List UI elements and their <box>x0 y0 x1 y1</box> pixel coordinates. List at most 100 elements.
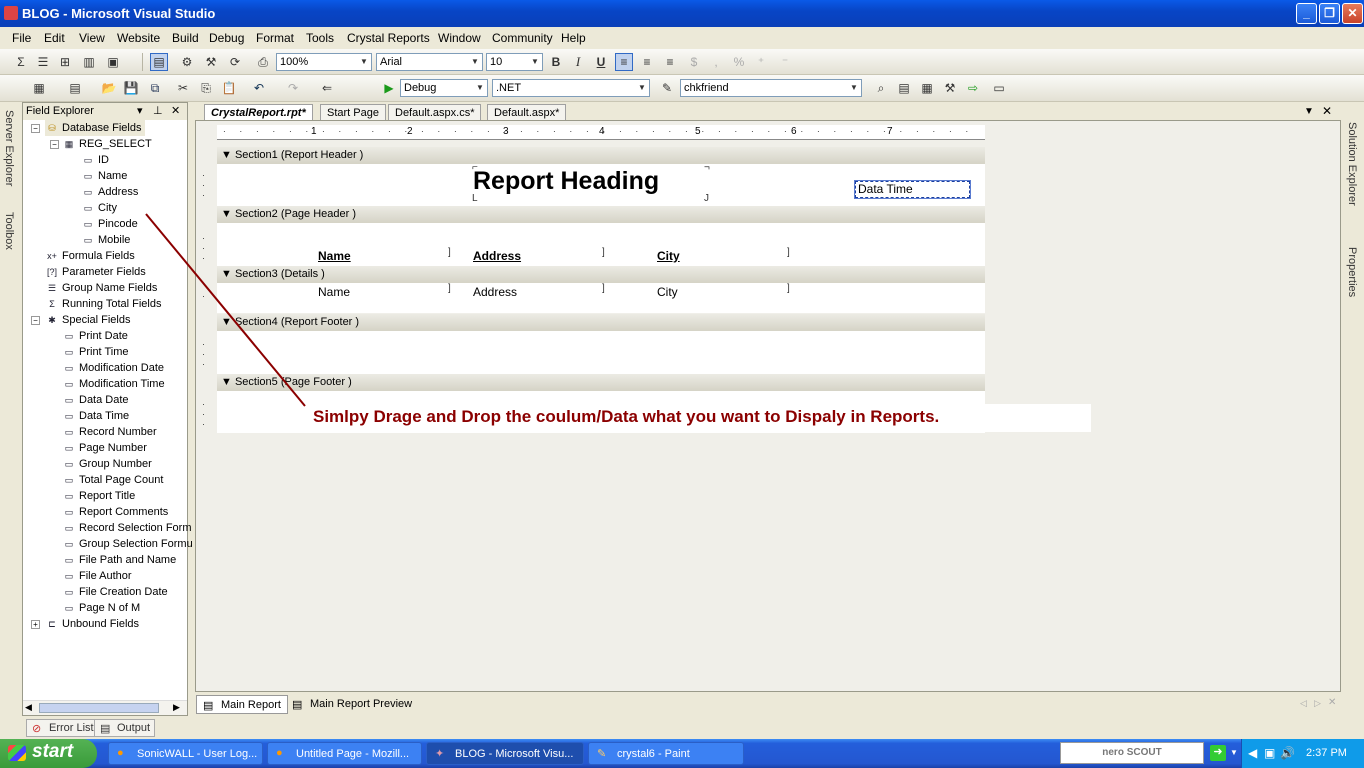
expand-icon[interactable]: + <box>31 620 40 629</box>
menu-community[interactable]: Community <box>492 31 553 45</box>
toolbox-tab[interactable]: Toolbox <box>3 212 15 250</box>
menu-file[interactable]: File <box>12 31 31 45</box>
menu-website[interactable]: Website <box>117 31 160 45</box>
maximize-button[interactable]: ❐ <box>1319 3 1340 24</box>
start-debugging-icon[interactable]: ▶ <box>380 79 398 97</box>
special-field[interactable]: ▭ Print Date <box>62 328 128 344</box>
menu-window[interactable]: Window <box>438 31 481 45</box>
next-icon[interactable]: ▷ <box>1314 698 1321 709</box>
section2-bar[interactable]: ▼ Section2 (Page Header ) <box>217 206 985 223</box>
tab-crystal-report[interactable]: CrystalReport.rpt* <box>204 104 313 121</box>
special-field[interactable]: ▭ File Author <box>62 568 132 584</box>
paste-icon[interactable]: 📋 <box>220 79 238 97</box>
special-field[interactable]: ▭ Data Time <box>62 408 129 424</box>
wand-icon[interactable]: ⚒ <box>202 53 220 71</box>
report-expert-icon[interactable]: ⚙ <box>178 53 196 71</box>
increase-decimal-icon[interactable]: ⁺ <box>752 53 770 71</box>
database-fields-node[interactable]: ⛁ Database Fields <box>45 120 145 136</box>
minimize-button[interactable]: _ <box>1296 3 1317 24</box>
clock[interactable]: 2:37 PM <box>1306 747 1347 759</box>
detail-city[interactable]: City <box>657 285 678 299</box>
menu-build[interactable]: Build <box>172 31 199 45</box>
window-icon[interactable]: ▭ <box>990 79 1008 97</box>
cut-icon[interactable]: ✂ <box>174 79 192 97</box>
bold-button[interactable]: B <box>547 53 565 71</box>
group-icon[interactable]: ☰ <box>34 53 52 71</box>
scroll-thumb[interactable] <box>39 703 159 713</box>
solution-explorer-icon[interactable]: ▤ <box>895 79 913 97</box>
server-explorer-tab[interactable]: Server Explorer <box>3 110 15 186</box>
tab-main-report[interactable]: ▤ Main Report <box>196 695 288 714</box>
detail-address[interactable]: Address <box>473 285 517 299</box>
collapse-icon[interactable]: − <box>50 140 59 149</box>
solution-explorer-tab[interactable]: Solution Explorer <box>1346 122 1358 206</box>
table-node[interactable]: ▦ REG_SELECT <box>62 136 152 152</box>
copy-icon[interactable]: ⎘ <box>197 79 215 97</box>
redo-icon[interactable]: ↷ <box>284 79 302 97</box>
toolbox-icon[interactable]: ⚒ <box>941 79 959 97</box>
special-field[interactable]: ▭ Report Comments <box>62 504 169 520</box>
align-center-icon[interactable]: ≡ <box>638 53 656 71</box>
refresh-icon[interactable]: ⟳ <box>226 53 244 71</box>
close-button[interactable]: ✕ <box>1342 3 1363 24</box>
undo-icon[interactable]: ↶ <box>250 79 268 97</box>
column-id[interactable]: ▭ ID <box>81 152 109 168</box>
properties-icon[interactable]: ▦ <box>918 79 936 97</box>
platform-select[interactable]: .NET ▼ <box>492 79 650 97</box>
horizontal-scrollbar[interactable]: ◀ ▶ <box>23 700 187 715</box>
group-node-1[interactable]: [?] Parameter Fields <box>45 264 146 280</box>
special-field[interactable]: ▭ Modification Date <box>62 360 164 376</box>
chart-icon[interactable]: ▥ <box>80 53 98 71</box>
task-visual-studio[interactable]: ✦ BLOG - Microsoft Visu... <box>426 742 584 765</box>
special-field[interactable]: ▭ Record Selection Form <box>62 520 192 536</box>
tab-default-cs[interactable]: Default.aspx.cs* <box>388 104 482 121</box>
menu-tools[interactable]: Tools <box>306 31 334 45</box>
special-field[interactable]: ▭ Page N of M <box>62 600 140 616</box>
tree-icon[interactable]: ▤ <box>150 53 168 71</box>
task-sonicwall[interactable]: ● SonicWALL - User Log... <box>108 742 263 765</box>
unbound-fields-node[interactable]: ⊏ Unbound Fields <box>45 616 139 632</box>
start-button[interactable]: start <box>0 739 97 768</box>
tab-output[interactable]: ▤ Output <box>94 719 156 737</box>
group-node-0[interactable]: x+ Formula Fields <box>45 248 135 264</box>
menu-help[interactable]: Help <box>561 31 586 45</box>
picture-icon[interactable]: ▣ <box>104 53 122 71</box>
font-size-select[interactable]: 10 ▼ <box>486 53 543 71</box>
special-field[interactable]: ▭ Total Page Count <box>62 472 164 488</box>
find-combo[interactable]: chkfriend ▼ <box>680 79 862 97</box>
font-select[interactable]: Arial ▼ <box>376 53 483 71</box>
header-city[interactable]: City <box>657 249 680 263</box>
column-address[interactable]: ▭ Address <box>81 184 139 200</box>
section3-bar[interactable]: ▼ Section3 (Details ) <box>217 266 985 283</box>
underline-button[interactable]: U <box>592 53 610 71</box>
column-mobile[interactable]: ▭ Mobile <box>81 232 131 248</box>
new-project-icon[interactable]: ▦ <box>30 79 48 97</box>
special-field[interactable]: ▭ Data Date <box>62 392 129 408</box>
currency-button[interactable]: $ <box>685 53 703 71</box>
pin-icon[interactable]: ⊥ <box>153 104 163 117</box>
print-icon[interactable]: ⎙ <box>254 53 272 71</box>
column-name[interactable]: ▭ Name <box>81 168 128 184</box>
tab-default-aspx[interactable]: Default.aspx* <box>487 104 567 121</box>
header-name[interactable]: Name <box>318 249 351 263</box>
close-view-icon[interactable]: ✕ <box>1328 697 1336 708</box>
group-node-2[interactable]: ☰ Group Name Fields <box>45 280 157 296</box>
special-field[interactable]: ▭ Group Selection Formu <box>62 536 193 552</box>
menu-debug[interactable]: Debug <box>209 31 244 45</box>
nero-scout-search[interactable]: nero SCOUT <box>1060 742 1204 764</box>
find-icon[interactable]: ✎ <box>658 79 676 97</box>
open-folder-icon[interactable]: 📂 <box>100 79 118 97</box>
tab-list-icon[interactable]: ▼ <box>1304 106 1314 117</box>
group-node-3[interactable]: Σ Running Total Fields <box>45 296 161 312</box>
tab-error-list[interactable]: ⊘ Error List <box>26 719 99 737</box>
tray-expand-icon[interactable]: ◀ <box>1248 746 1257 760</box>
report-heading[interactable]: Report Heading <box>473 167 659 196</box>
special-field[interactable]: ▭ Group Number <box>62 456 152 472</box>
go-arrow-icon[interactable]: ➜ <box>1210 745 1226 761</box>
configuration-select[interactable]: Debug ▼ <box>400 79 488 97</box>
close-panel-icon[interactable]: ✕ <box>171 104 180 117</box>
datetime-field[interactable]: Data Time <box>854 180 971 199</box>
thousands-icon[interactable]: , <box>707 53 725 71</box>
cross-tab-icon[interactable]: ⊞ <box>56 53 74 71</box>
special-field[interactable]: ▭ Page Number <box>62 440 147 456</box>
